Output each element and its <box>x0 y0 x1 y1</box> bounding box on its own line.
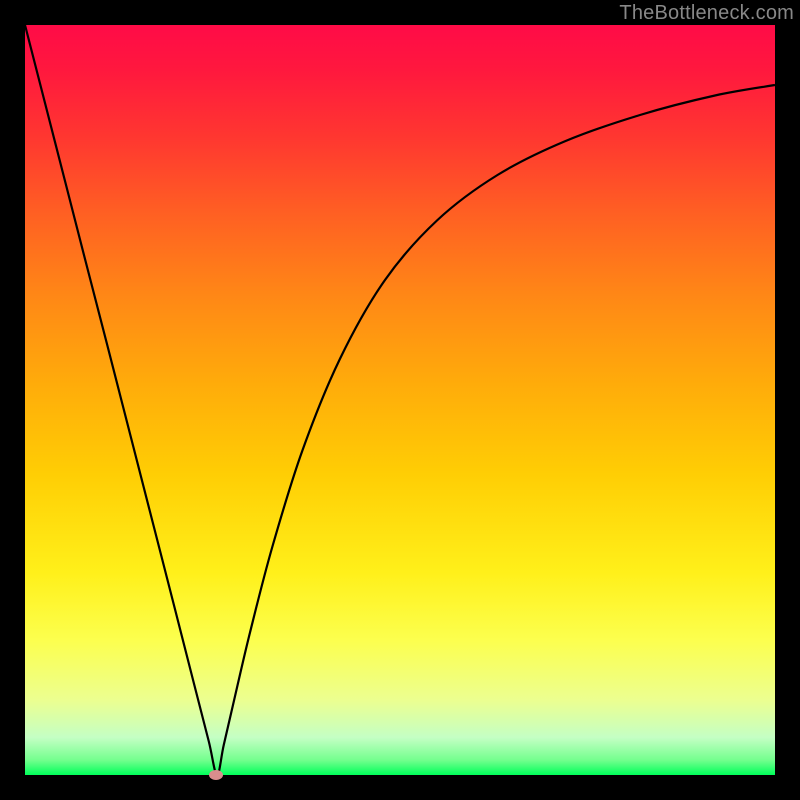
chart-frame: TheBottleneck.com <box>0 0 800 800</box>
curve-layer <box>25 25 775 775</box>
watermark-text: TheBottleneck.com <box>619 2 794 25</box>
plot-area <box>25 25 775 775</box>
bottleneck-curve <box>25 25 775 775</box>
optimum-marker <box>209 770 223 780</box>
